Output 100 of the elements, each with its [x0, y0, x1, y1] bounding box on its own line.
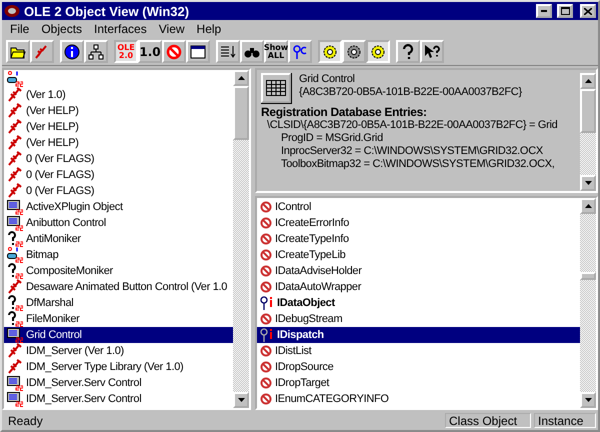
gear-icon — [346, 44, 362, 60]
object-list-item[interactable]: 0 (Ver FLAGS) — [4, 167, 233, 183]
gear-icon — [322, 44, 338, 60]
toolbar-button[interactable] — [288, 40, 312, 63]
maximize-button[interactable] — [557, 4, 573, 18]
control-icon — [7, 375, 23, 391]
interface-list-item[interactable]: IDataObject — [257, 295, 580, 311]
toolbar-button[interactable] — [216, 40, 240, 63]
rockets-icon — [7, 119, 23, 135]
object-list-item[interactable]: ActiveXPlugin Object — [4, 199, 233, 215]
scroll-up-arrow-icon — [238, 76, 244, 80]
toolbar-text-button[interactable]: 1.0 — [138, 40, 162, 63]
registry-entry: ProgID = MSGrid.Grid — [280, 132, 384, 145]
control-icon — [7, 199, 23, 215]
scroll-down-button[interactable] — [233, 392, 249, 408]
object-list-item[interactable]: Anibutton Control — [4, 215, 233, 231]
interface-list-item[interactable]: IDistList — [257, 343, 580, 359]
object-clsid: {A8C3B720-0B5A-101B-B22E-00AA0037B2FC} — [299, 86, 522, 99]
object-list-item[interactable]: IDM_Server (Ver 1.0) — [4, 343, 233, 359]
toolbar-button[interactable] — [6, 40, 30, 63]
status-indicator: Instance — [534, 412, 596, 428]
interface-list-item[interactable]: ICreateErrorInfo — [257, 215, 580, 231]
menu-item[interactable]: File — [4, 22, 36, 36]
object-list-item[interactable]: Grid Control — [4, 327, 233, 343]
rockets-icon — [7, 343, 23, 359]
question-mark-icon — [7, 231, 23, 247]
interface-list-item[interactable]: IDropTarget — [257, 375, 580, 391]
no-sign-icon — [260, 233, 272, 245]
toolbar-button[interactable] — [420, 40, 444, 63]
question-mark-icon — [7, 263, 23, 279]
table-grid-icon — [266, 80, 286, 96]
interface-list-item[interactable]: IDataAutoWrapper — [257, 279, 580, 295]
scroll-thumb[interactable] — [580, 272, 596, 280]
scroll-down-button[interactable] — [580, 392, 596, 408]
interface-list-item[interactable]: IDataAdviseHolder — [257, 263, 580, 279]
close-button[interactable] — [580, 4, 596, 18]
toolbar-button[interactable] — [84, 40, 108, 63]
toolbar-button[interactable] — [318, 40, 342, 63]
object-list-item[interactable]: (Ver 1.0) — [4, 87, 233, 103]
no-sign-icon — [260, 393, 272, 405]
object-list-item[interactable]: (Ver HELP) — [4, 119, 233, 135]
scrollbar[interactable] — [580, 73, 596, 191]
toolbar-button[interactable] — [186, 40, 210, 63]
toolbar-button[interactable] — [366, 40, 390, 63]
interface-list-item[interactable]: IEnumCATEGORYINFO — [257, 391, 580, 407]
object-list-item[interactable]: FileMoniker — [4, 311, 233, 327]
scroll-up-button[interactable] — [233, 70, 249, 86]
object-list-item[interactable]: 0 (Ver FLAGS) — [4, 151, 233, 167]
toolbar-button[interactable] — [240, 40, 264, 63]
window-icon — [190, 44, 206, 60]
scroll-down-arrow-icon — [584, 181, 592, 185]
object-list-item[interactable]: IDM_Server Type Library (Ver 1.0) — [4, 359, 233, 375]
scroll-thumb[interactable] — [233, 86, 249, 140]
interface-list-item[interactable]: IDropSource — [257, 359, 580, 375]
interface-list-item[interactable]: IDebugStream — [257, 311, 580, 327]
scrollbar[interactable] — [580, 198, 596, 408]
object-list-item[interactable]: Desaware Animated Button Control (Ver 1.0 — [4, 279, 233, 295]
scrollbar[interactable] — [233, 70, 249, 408]
registration-heading: Registration Database Entries: — [261, 106, 428, 119]
rockets-icon — [7, 151, 23, 167]
object-list-item[interactable]: 0 (Ver FLAGS) — [4, 183, 233, 199]
object-list-item[interactable]: (Ver HELP) — [4, 103, 233, 119]
toolbar-text-button[interactable]: Show ALL — [264, 40, 288, 63]
scroll-up-button[interactable] — [580, 198, 596, 214]
scroll-thumb[interactable] — [580, 89, 596, 133]
window-title: OLE 2 Object View (Win32) — [24, 4, 190, 18]
minimize-button[interactable] — [536, 4, 552, 18]
sorted-list-icon — [220, 44, 236, 60]
interface-list-item[interactable]: ICreateTypeLib — [257, 247, 580, 263]
menu-item[interactable]: View — [152, 22, 191, 36]
object-list-item[interactable]: CompositeMoniker — [4, 263, 233, 279]
scroll-up-button[interactable] — [580, 73, 596, 89]
object-list-item[interactable]: (Ver HELP) — [4, 135, 233, 151]
menu-item[interactable]: Help — [190, 22, 228, 36]
close-icon — [584, 8, 592, 14]
interface-list-item[interactable]: IControl — [257, 199, 580, 215]
question-mark-icon — [7, 295, 23, 311]
status-text: Ready — [7, 412, 44, 428]
object-list-item[interactable]: AntiMoniker — [4, 231, 233, 247]
interface-list-item[interactable]: ICreateTypeInfo — [257, 231, 580, 247]
no-sign-icon — [260, 313, 272, 325]
menu-item[interactable]: Interfaces — [88, 22, 153, 36]
control-icon — [7, 391, 23, 407]
no-sign-icon — [260, 249, 272, 261]
application-icon — [7, 71, 23, 87]
toolbar-button[interactable] — [342, 40, 366, 63]
scroll-up-arrow-icon — [584, 79, 592, 83]
scroll-down-arrow-icon — [584, 398, 592, 402]
object-list-item[interactable]: Bitmap — [4, 247, 233, 263]
toolbar-button[interactable] — [396, 40, 420, 63]
registry-entry: \CLSID\{A8C3B720-0B5A-101B-B22E-00AA0037B2FC} = Grid — [266, 119, 558, 132]
menu-item[interactable]: Objects — [35, 22, 88, 36]
interface-list-item[interactable]: IDispatch — [257, 327, 580, 343]
object-list-item[interactable]: IDM_Server.Serv Control — [4, 375, 233, 391]
question-mark-icon — [7, 311, 23, 327]
object-list-item[interactable]: IDM_Server.Serv Control — [4, 391, 233, 407]
hierarchy-icon — [88, 44, 104, 60]
scroll-down-button[interactable] — [580, 175, 596, 191]
toolbar-button[interactable] — [60, 40, 84, 63]
object-list-item[interactable]: DfMarshal — [4, 295, 233, 311]
